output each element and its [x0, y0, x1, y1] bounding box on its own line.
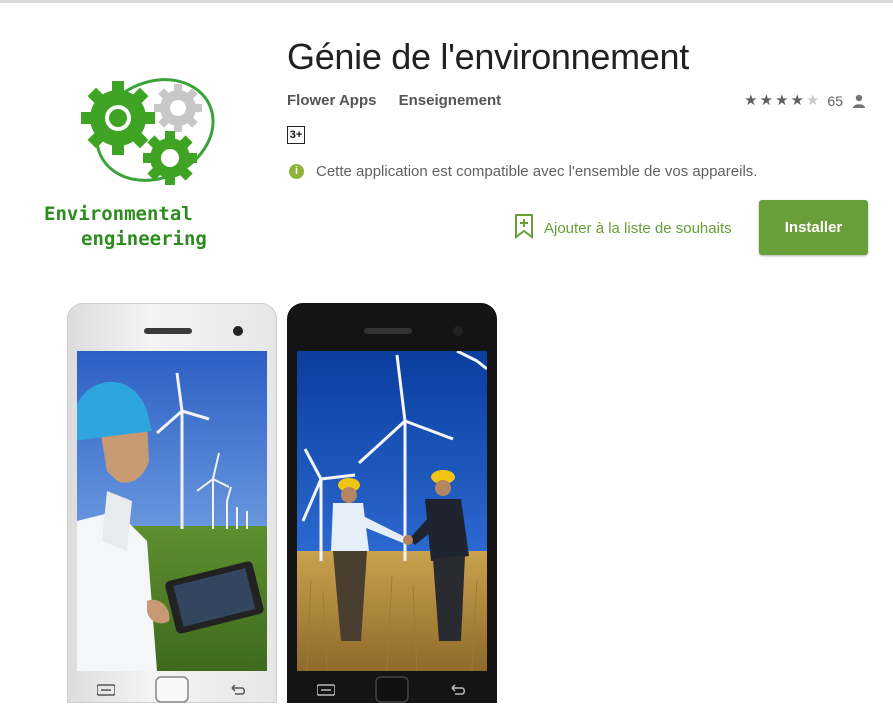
icon-caption-line1: Environmental: [44, 203, 193, 225]
screenshot-image-handshake-turbines: [297, 351, 487, 671]
category-link[interactable]: Enseignement: [399, 92, 502, 109]
screenshot-image-engineer-tablet: [77, 351, 267, 671]
info-icon: i: [289, 164, 304, 179]
person-icon: [853, 94, 865, 108]
phone-speaker: [364, 328, 412, 334]
star-icon: ★: [759, 92, 774, 109]
compatibility-notice: i Cette application est compatible avec …: [289, 163, 757, 180]
app-meta: Flower Apps Enseignement: [287, 92, 517, 109]
menu-icon: [316, 683, 336, 701]
phone-navbar: [287, 671, 497, 703]
back-icon: [229, 683, 247, 701]
rating-summary: ★ ★ ★ ★ ★ 65: [744, 93, 865, 109]
developer-link[interactable]: Flower Apps: [287, 92, 376, 109]
star-icon: ★: [775, 92, 789, 109]
phone-speaker: [144, 328, 192, 334]
bookmark-add-icon: [514, 213, 534, 243]
add-to-wishlist-button[interactable]: Ajouter à la liste de souhaits: [514, 213, 732, 243]
content-rating-badge: 3+: [287, 126, 305, 144]
phone-camera: [233, 326, 243, 336]
star-icon: ★: [805, 92, 820, 109]
menu-icon: [96, 683, 116, 701]
top-divider: [0, 0, 893, 3]
phone-camera: [453, 326, 463, 336]
screenshot-2[interactable]: [287, 303, 497, 703]
rating-count: 65: [827, 93, 843, 109]
phone-navbar: [67, 671, 277, 703]
screenshot-1[interactable]: [67, 303, 277, 703]
compatibility-text: Cette application est compatible avec l'…: [316, 163, 758, 180]
home-icon: [375, 676, 409, 703]
install-button[interactable]: Installer: [759, 200, 868, 255]
home-icon: [155, 676, 189, 703]
back-icon: [449, 683, 467, 701]
star-icon: ★: [744, 92, 758, 109]
star-icon: ★: [790, 92, 804, 109]
app-title: Génie de l'environnement: [287, 36, 689, 77]
app-icon-caption: Environmental engineering: [44, 202, 244, 252]
wishlist-label: Ajouter à la liste de souhaits: [544, 219, 732, 237]
icon-caption-line2: engineering: [81, 228, 207, 250]
